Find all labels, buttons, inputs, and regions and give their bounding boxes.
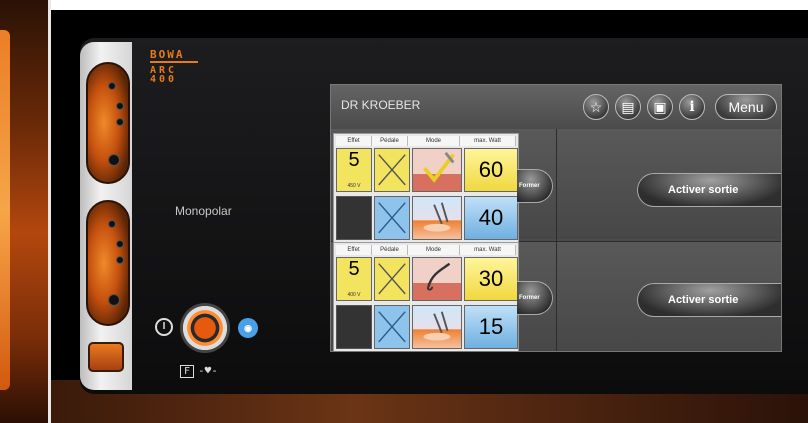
- cut-mode-icon: [423, 151, 455, 183]
- watt-coag-cell[interactable]: 40: [464, 196, 518, 240]
- header-pedal: Pédale: [372, 245, 408, 255]
- activate-output-button-2[interactable]: Activer sortie: [637, 283, 781, 317]
- socket-pin: [116, 102, 124, 110]
- footswitch-indicator: F -♥-: [180, 364, 218, 378]
- cross-icon: [378, 311, 406, 343]
- footswitch-icon: -♥-: [198, 364, 218, 377]
- header-effect: Effet: [336, 136, 372, 146]
- model-line-2: 400: [150, 74, 178, 85]
- instrument-socket-2[interactable]: [86, 200, 130, 326]
- channel-1-settings-panel: Effet Pédale Mode max. Watt 5 450 V 60 4…: [333, 133, 519, 243]
- socket-pin: [116, 240, 124, 248]
- effect-coag-cell[interactable]: [336, 196, 372, 240]
- pedal-cut-cell[interactable]: [374, 148, 410, 192]
- effect-voltage: 450 V: [347, 183, 361, 189]
- rotary-knob-icon[interactable]: [180, 303, 230, 353]
- argon-icon[interactable]: ◉: [238, 318, 258, 338]
- background-orange-strip: [0, 0, 48, 423]
- pedal-cut-cell[interactable]: [374, 257, 410, 301]
- header-max-watt: max. Watt: [460, 136, 516, 146]
- socket-pin: [116, 256, 124, 264]
- coag-mode-icon: [423, 202, 451, 232]
- watt-cut-cell[interactable]: 60: [464, 148, 518, 192]
- hook-mode-icon: [427, 262, 451, 291]
- cross-icon: [378, 154, 406, 186]
- header-mode: Mode: [408, 136, 460, 146]
- mode-cut-cell[interactable]: [412, 257, 462, 301]
- header-mode: Mode: [408, 245, 460, 255]
- watt-coag-cell[interactable]: 15: [464, 305, 518, 349]
- socket-pin: [108, 220, 116, 228]
- mode-label: Monopolar: [175, 204, 232, 218]
- star-icon[interactable]: ☆: [583, 94, 609, 120]
- socket-pin: [108, 82, 116, 90]
- neutral-electrode-port[interactable]: [88, 342, 124, 372]
- lock-icon[interactable]: ▣: [647, 94, 673, 120]
- socket-pin: [116, 118, 124, 126]
- background-divider: [48, 0, 51, 423]
- effect-value: 5: [348, 149, 360, 171]
- effect-cut-cell[interactable]: 5 450 V: [336, 148, 372, 192]
- brand-name: BOWA: [150, 48, 185, 61]
- background-top-band: [51, 0, 808, 10]
- screen-header: DR KROEBER ☆ ▤ ▣ i Menu: [331, 85, 781, 129]
- pedal-coag-cell[interactable]: [374, 196, 410, 240]
- channel-2-settings-panel: Effet Pédale Mode max. Watt 5 400 V 30 1…: [333, 242, 519, 351]
- cross-icon: [378, 202, 406, 234]
- mode-coag-cell[interactable]: [412, 196, 462, 240]
- power-icon[interactable]: I: [155, 318, 173, 336]
- effect-cut-cell[interactable]: 5 400 V: [336, 257, 372, 301]
- cross-icon: [378, 263, 406, 295]
- instrument-socket-1[interactable]: [86, 62, 130, 184]
- pedal-coag-cell[interactable]: [374, 305, 410, 349]
- header-pedal: Pédale: [372, 136, 408, 146]
- coag-mode-icon: [423, 311, 451, 341]
- watt-cut-cell[interactable]: 30: [464, 257, 518, 301]
- doctor-name: DR KROEBER: [341, 98, 421, 112]
- header-max-watt: max. Watt: [460, 245, 516, 255]
- effect-voltage: 400 V: [347, 292, 361, 298]
- socket-pin: [108, 294, 120, 306]
- former-button-1[interactable]: Former: [517, 169, 553, 203]
- mode-cut-cell[interactable]: [412, 148, 462, 192]
- brand-logo: BOWA ARC 400: [150, 48, 202, 85]
- f-label: F: [180, 365, 195, 378]
- former-button-2[interactable]: Former: [517, 281, 553, 315]
- header-effect: Effet: [336, 245, 372, 255]
- activate-output-button-1[interactable]: Activer sortie: [637, 173, 781, 207]
- touchscreen: DR KROEBER ☆ ▤ ▣ i Menu Effet Pédale Mod…: [330, 84, 782, 352]
- effect-value: 5: [348, 258, 360, 280]
- book-icon[interactable]: ▤: [615, 94, 641, 120]
- logo-bar: [150, 61, 198, 63]
- menu-button[interactable]: Menu: [715, 94, 777, 120]
- mode-coag-cell[interactable]: [412, 305, 462, 349]
- socket-pin: [108, 154, 120, 166]
- effect-coag-cell[interactable]: [336, 305, 372, 349]
- info-icon[interactable]: i: [679, 94, 705, 120]
